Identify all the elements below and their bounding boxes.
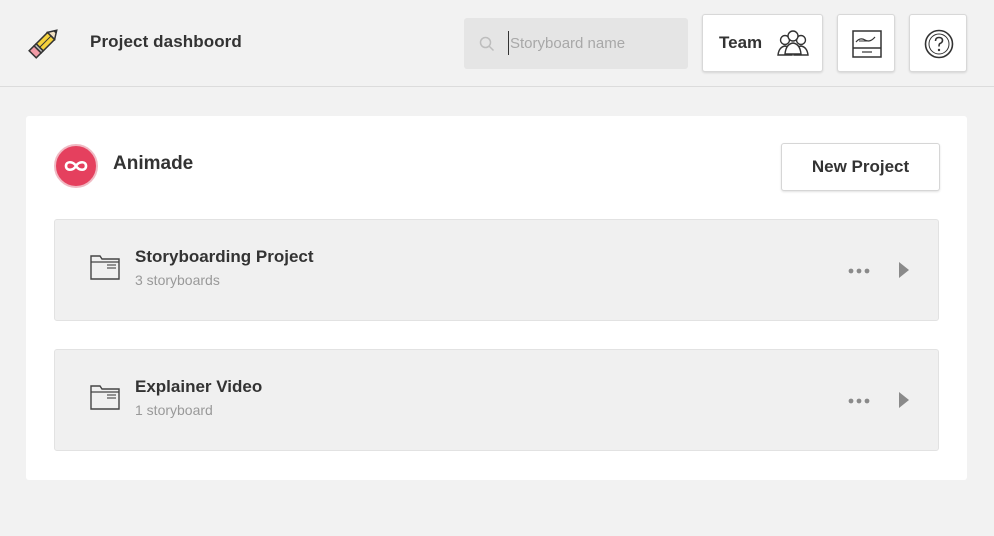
- team-avatar[interactable]: [54, 144, 98, 188]
- chevron-right-icon[interactable]: [897, 260, 911, 280]
- team-projects-card: Animade New Project Storyboarding Projec…: [26, 116, 967, 480]
- chevron-right-icon[interactable]: [897, 390, 911, 410]
- project-row-storyboarding-project[interactable]: Storyboarding Project 3 storyboards: [54, 219, 939, 321]
- team-button[interactable]: Team: [702, 14, 823, 72]
- project-row-explainer-video[interactable]: Explainer Video 1 storyboard: [54, 349, 939, 451]
- search-input[interactable]: [508, 31, 678, 55]
- top-bar: Project dashboord Team: [0, 0, 994, 87]
- team-icon: [775, 28, 811, 60]
- more-options-icon[interactable]: [847, 264, 871, 278]
- search-box[interactable]: [464, 18, 688, 69]
- storyboard-button[interactable]: [837, 14, 895, 72]
- help-icon: [923, 28, 955, 60]
- infinity-icon: [64, 160, 88, 172]
- project-name: Storyboarding Project: [135, 247, 314, 266]
- storyboard-icon: [851, 29, 883, 59]
- page-title: Project dashboord: [90, 32, 242, 51]
- project-storyboard-count: 1 storyboard: [135, 402, 213, 418]
- help-button[interactable]: [909, 14, 967, 72]
- team-name: Animade: [113, 153, 194, 174]
- folder-icon: [89, 250, 121, 282]
- pencil-icon[interactable]: [24, 24, 64, 62]
- project-name: Explainer Video: [135, 377, 263, 396]
- search-icon: [478, 35, 496, 53]
- team-button-label: Team: [719, 33, 763, 52]
- project-storyboard-count: 3 storyboards: [135, 272, 220, 288]
- new-project-button[interactable]: New Project: [781, 143, 940, 191]
- folder-icon: [89, 380, 121, 412]
- more-options-icon[interactable]: [847, 394, 871, 408]
